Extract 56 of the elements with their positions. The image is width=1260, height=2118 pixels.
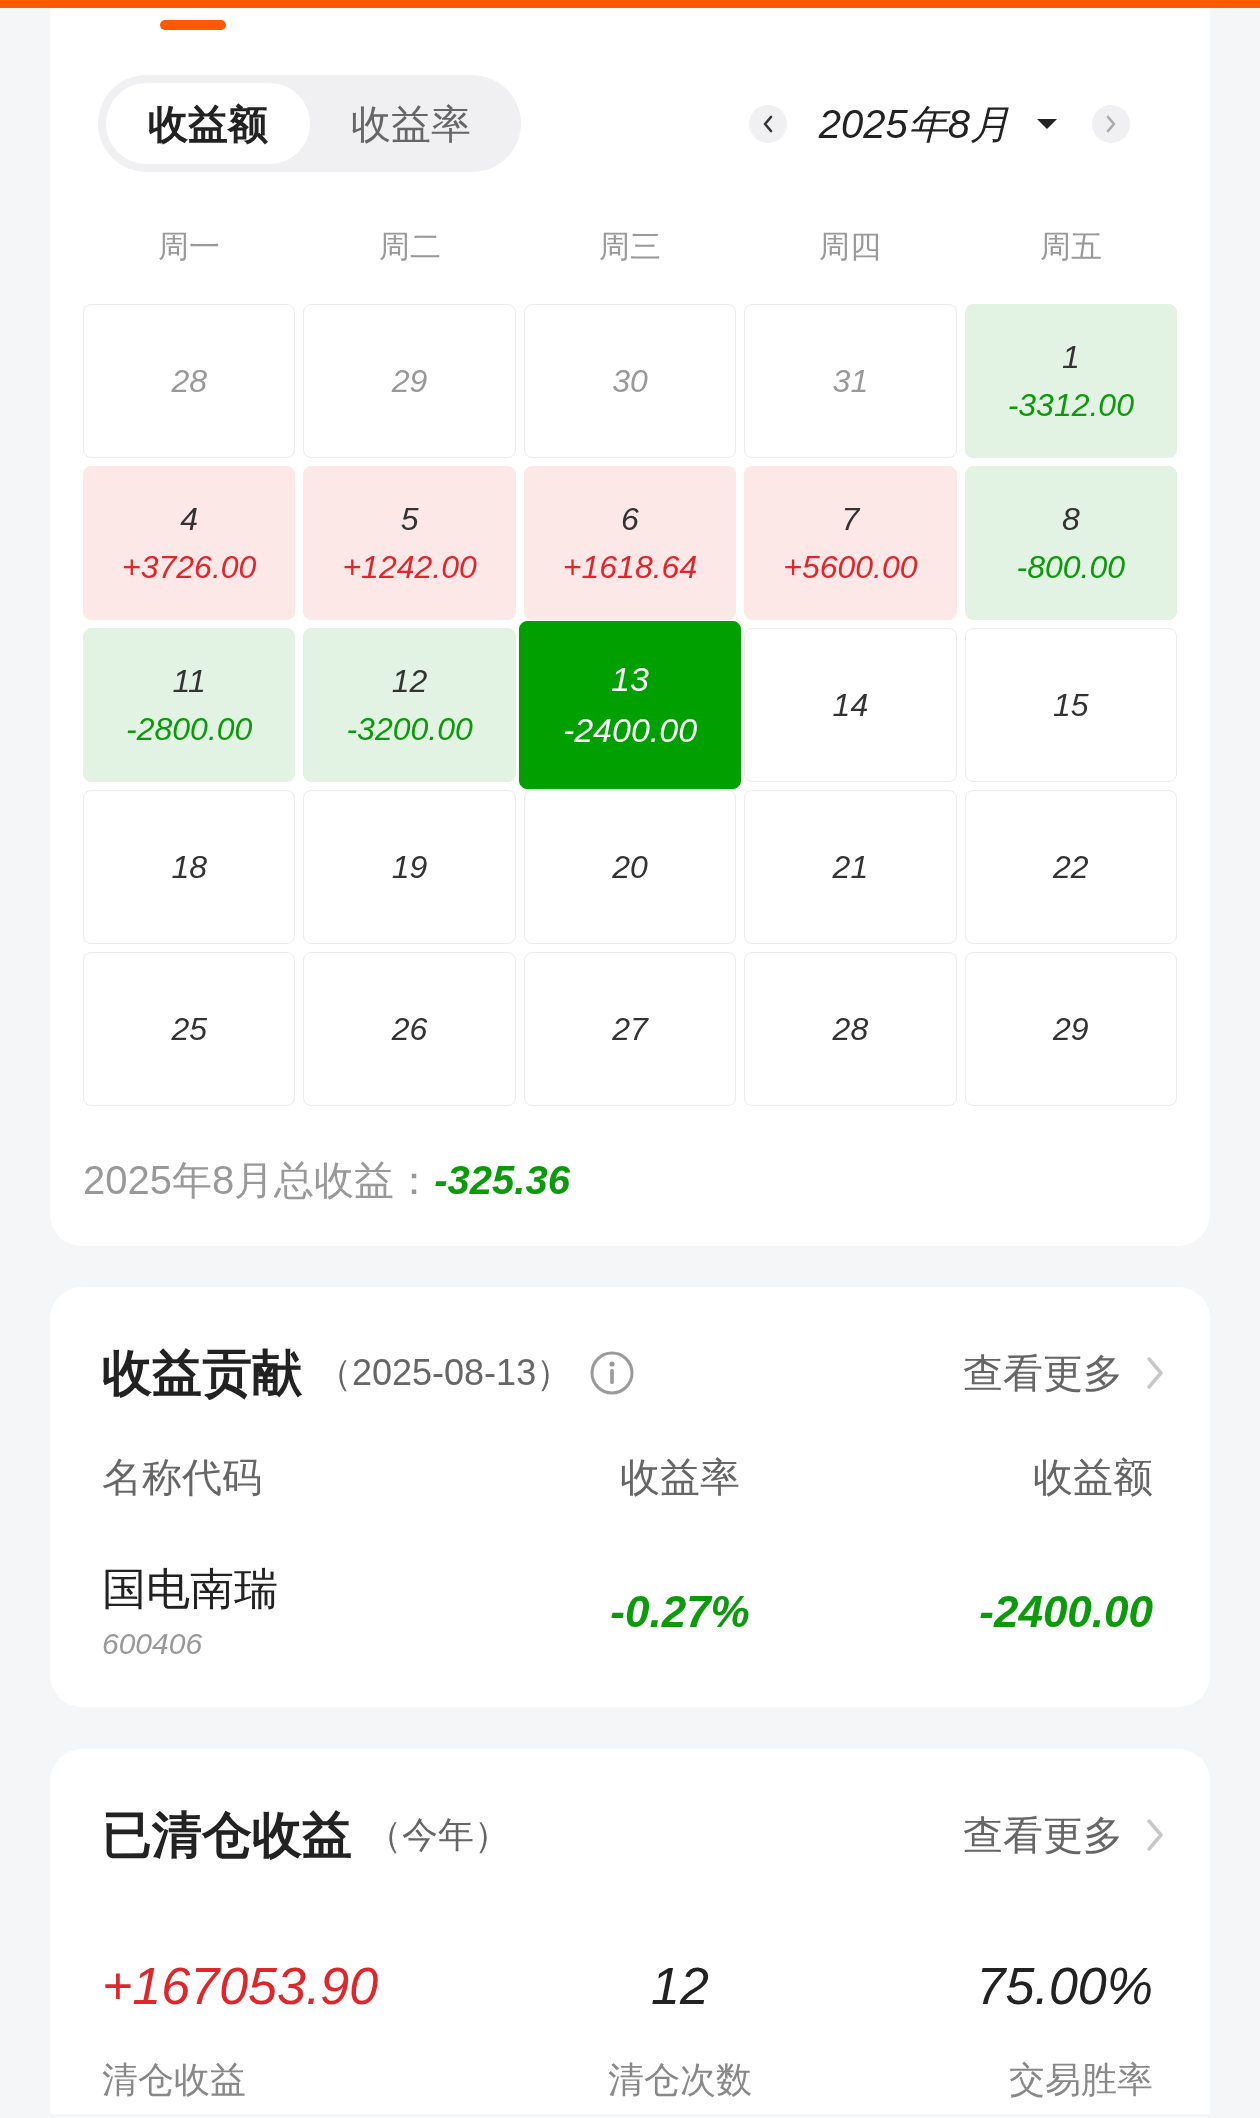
total-label: 2025年8月总收益：: [83, 1158, 435, 1202]
calendar-day[interactable]: 6 +1618.64: [523, 466, 737, 620]
caret-down-icon: [1036, 117, 1058, 130]
calendar-day[interactable]: 21: [744, 790, 957, 944]
prev-month-button[interactable]: [748, 104, 787, 143]
weekday-label: 周五: [1039, 227, 1102, 266]
section-title: 收益贡献: [102, 1343, 302, 1403]
chevron-right-icon: [1104, 113, 1118, 134]
mode-tab[interactable]: 收益额: [106, 83, 310, 164]
column-header: 名称代码: [102, 1454, 262, 1501]
calendar-day[interactable]: 8 -800.00: [964, 466, 1177, 620]
calendar-day[interactable]: 14: [744, 628, 957, 782]
stock-code: 600406: [102, 1626, 204, 1662]
section-subtitle: （2025-08-13）: [316, 1351, 573, 1395]
tab-indicator: [160, 20, 226, 30]
calendar-day[interactable]: 19: [303, 790, 516, 944]
calendar-day[interactable]: 22: [964, 790, 1177, 944]
chevron-right-icon: [1145, 1817, 1165, 1853]
chevron-right-icon: [1145, 1355, 1165, 1391]
return-amount: -2400.00: [979, 1585, 1153, 1638]
weekday-label: 周一: [158, 227, 221, 266]
total-value: -325.36: [434, 1158, 570, 1202]
mode-tab[interactable]: 收益率: [309, 83, 513, 164]
return-rate: -0.27%: [610, 1585, 750, 1638]
info-icon: [590, 1351, 635, 1395]
calendar-day[interactable]: 27: [523, 952, 737, 1106]
column-header: 收益率: [620, 1454, 741, 1501]
calendar-day[interactable]: 25: [83, 952, 296, 1106]
calendar-day[interactable]: 18: [83, 790, 296, 944]
stock-name: 国电南瑞: [102, 1563, 278, 1615]
calendar-day[interactable]: 28: [744, 952, 957, 1106]
view-more-link[interactable]: 查看更多: [963, 1343, 1165, 1403]
calendar-day[interactable]: 29: [964, 952, 1177, 1106]
month-dropdown[interactable]: 2025年8月: [818, 93, 1058, 154]
calendar-day[interactable]: 11 -2800.00: [83, 628, 296, 782]
weekday-label: 周四: [819, 227, 882, 266]
section-title: 已清仓收益: [102, 1805, 352, 1865]
calendar-day[interactable]: 4 +3726.00: [83, 466, 296, 620]
calendar-day[interactable]: 26: [303, 952, 516, 1106]
calendar-day[interactable]: 20: [523, 790, 737, 944]
stat-label: 清仓收益: [102, 2058, 246, 2102]
stat-value: 12: [651, 1956, 709, 2017]
calendar-day[interactable]: 5 +1242.00: [303, 466, 516, 620]
calendar-day[interactable]: 1 -3312.00: [964, 304, 1177, 458]
column-header: 收益额: [1033, 1454, 1153, 1501]
stat-label: 清仓次数: [608, 2058, 753, 2102]
calendar-day[interactable]: 7 +5600.00: [744, 466, 957, 620]
weekday-label: 周三: [599, 227, 661, 266]
stat-label: 交易胜率: [1009, 2058, 1153, 2102]
section-subtitle: （今年）: [366, 1813, 510, 1857]
weekday-label: 周二: [378, 227, 441, 266]
calendar-day[interactable]: 15: [964, 628, 1177, 782]
view-more-link[interactable]: 查看更多: [963, 1805, 1165, 1865]
stat-value: 75.00%: [976, 1956, 1153, 2017]
calendar-day[interactable]: 12 -3200.00: [303, 628, 516, 782]
stat-value: +167053.90: [102, 1956, 379, 2017]
